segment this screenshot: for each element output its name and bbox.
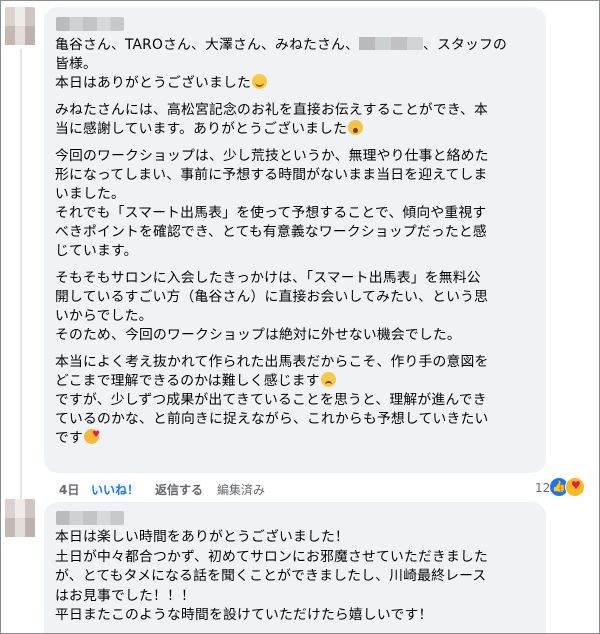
comment-line: どこまで理解できるのかは難しく感じます	[55, 372, 538, 391]
sad-emoji-icon	[320, 372, 336, 387]
comment-text-run: 開しているすごい方（亀谷さん）に直接お会いしてみたい、という思	[55, 289, 489, 305]
comment-line: べきポイントを確認でき、とても有意義なワークショップだったと感	[55, 223, 538, 242]
comment-line: です	[55, 426, 538, 448]
comment-line: 形になってしまい、事前に予想する時間がないまま当日を迎えてしま	[55, 166, 538, 185]
comment-line: そのため、今回のワークショップは絶対に外せない機会でした。	[55, 326, 538, 345]
fearful-emoji-icon	[348, 120, 364, 135]
timestamp[interactable]: 4日	[59, 481, 79, 498]
love-emoji-icon	[84, 426, 100, 445]
comment-text-run: どこまで理解できるのかは難しく感じます	[55, 373, 320, 389]
comment-text-run: いました。	[55, 186, 125, 202]
thread-line	[20, 49, 22, 499]
comment-line: みねたさんには、高松宮記念のお礼を直接お伝えすることができ、本	[55, 101, 538, 120]
comment-text-run: みねたさんには、高松宮記念のお礼を直接お伝えすることができ、本	[55, 102, 488, 118]
comment-bubble: 亀谷さん、TAROさん、大澤さん、みねたさん、 、スタッフの皆様。本日はありがとう…	[44, 7, 546, 473]
comment-text-run: 当に感謝しています。ありがとうございました	[55, 121, 348, 137]
author-name-redacted[interactable]	[56, 511, 124, 525]
comment-line: じています。	[55, 242, 538, 261]
comment-thread: 亀谷さん、TAROさん、大澤さん、みねたさん、 、スタッフの皆様。本日はありがとう…	[0, 0, 600, 634]
comment-line: はお見事でした！！！	[55, 587, 195, 604]
comment-line: 本当によく考え抜かれて作られた出馬表だからこそ、作り手の意図を	[55, 353, 538, 372]
comment-text-run: それでも「スマート出馬表」を使って予想することで、傾向や重視す	[55, 205, 487, 221]
comment-line: ですが、少しずつ成果が出てきていることを思うと、理解が進んでき	[55, 391, 538, 410]
redacted-name	[358, 37, 423, 50]
comment-line	[55, 93, 538, 101]
reaction-count: 12	[535, 481, 551, 495]
care-icon	[565, 477, 585, 497]
comment-text-run: 本日はありがとうございました	[55, 75, 251, 91]
comment-line: それでも「スマート出馬表」を使って予想することで、傾向や重視す	[55, 204, 538, 223]
comment-text-run: べきポイントを確認でき、とても有意義なワークショップだったと感	[55, 224, 487, 240]
edited-label: 編集済み	[217, 483, 266, 497]
author-name-redacted[interactable]	[56, 17, 124, 31]
comment-line	[55, 261, 538, 269]
comment-line: 今回のワークショップは、少し荒技というか、無理やり仕事と絡めた	[55, 147, 538, 166]
comment-text: 本日は楽しい時間をありがとうございました！ 土日が中々都合つかず、初めてサロンにお…	[55, 528, 538, 626]
comment-text-run: 、スタッフの	[422, 37, 507, 53]
comment-text-run: 本当によく考え抜かれて作られた出馬表だからこそ、作り手の意図を	[55, 354, 489, 370]
comment-line: そもそもサロンに入会したきっかけは、「スマート出馬表」を無料公	[55, 269, 538, 288]
comment-text: 亀谷さん、TAROさん、大澤さん、みねたさん、 、スタッフの皆様。本日はありがとう…	[55, 36, 538, 448]
comment-line: いからでした。	[55, 307, 538, 326]
comment-line: 本日は楽しい時間をありがとうございました！	[55, 529, 349, 545]
comment-line: ているのかな、と前向きに捉えながら、これからも予想していきたい	[55, 410, 538, 429]
comment-text-run: じています。	[55, 243, 138, 259]
comment-text-run: です	[55, 430, 83, 446]
smile-emoji-icon	[251, 74, 267, 89]
comment-text-run: 皆様。	[55, 56, 97, 72]
like-button[interactable]: いいね！	[91, 481, 139, 498]
comment-line: いました。	[55, 185, 538, 204]
avatar[interactable]	[5, 499, 35, 537]
comment-line: が、とてもタメになる話を聞くことができましたし、川崎最終レース	[55, 568, 487, 584]
reply-button[interactable]: 返信する	[155, 481, 203, 498]
comment-line: 土日が中々都合つかず、初めてサロンにお邪魔させていただきました	[55, 548, 488, 565]
comment-text-run: いからでした。	[55, 308, 153, 324]
avatar[interactable]	[5, 7, 35, 45]
comment-line	[55, 345, 538, 353]
comment-text-run: 形になってしまい、事前に予想する時間がないまま当日を迎えてしま	[55, 167, 488, 183]
comment-line: 当に感謝しています。ありがとうございました	[55, 120, 538, 139]
comment-line	[55, 139, 538, 147]
comment-text-run: ているのかな、と前向きに捉えながら、これからも予想していきたい	[55, 411, 489, 427]
comment-text-run: 今回のワークショップは、少し荒技というか、無理やり仕事と絡めた	[55, 148, 489, 164]
comment-text-run: そのため、今回のワークショップは絶対に外せない機会でした。	[55, 327, 461, 343]
comment-text-run: そもそもサロンに入会したきっかけは、「スマート出馬表」を無料公	[55, 270, 481, 286]
comment-line: 亀谷さん、TAROさん、大澤さん、みねたさん、 、スタッフの	[55, 36, 538, 55]
comment-line: 平日またこのような時間を設けていただけたら嬉しいです！	[55, 607, 433, 623]
comment-text-run: ですが、少しずつ成果が出てきていることを思うと、理解が進んでき	[55, 392, 487, 408]
comment-line: 本日はありがとうございました	[55, 74, 538, 93]
comment-line: 開しているすごい方（亀谷さん）に直接お会いしてみたい、という思	[55, 288, 538, 307]
comment-line: 皆様。	[55, 55, 538, 74]
comment-text-run: 亀谷さん、TAROさん、大澤さん、みねたさん、	[55, 37, 359, 53]
comment-bubble: 本日は楽しい時間をありがとうございました！ 土日が中々都合つかず、初めてサロンにお…	[44, 502, 546, 633]
